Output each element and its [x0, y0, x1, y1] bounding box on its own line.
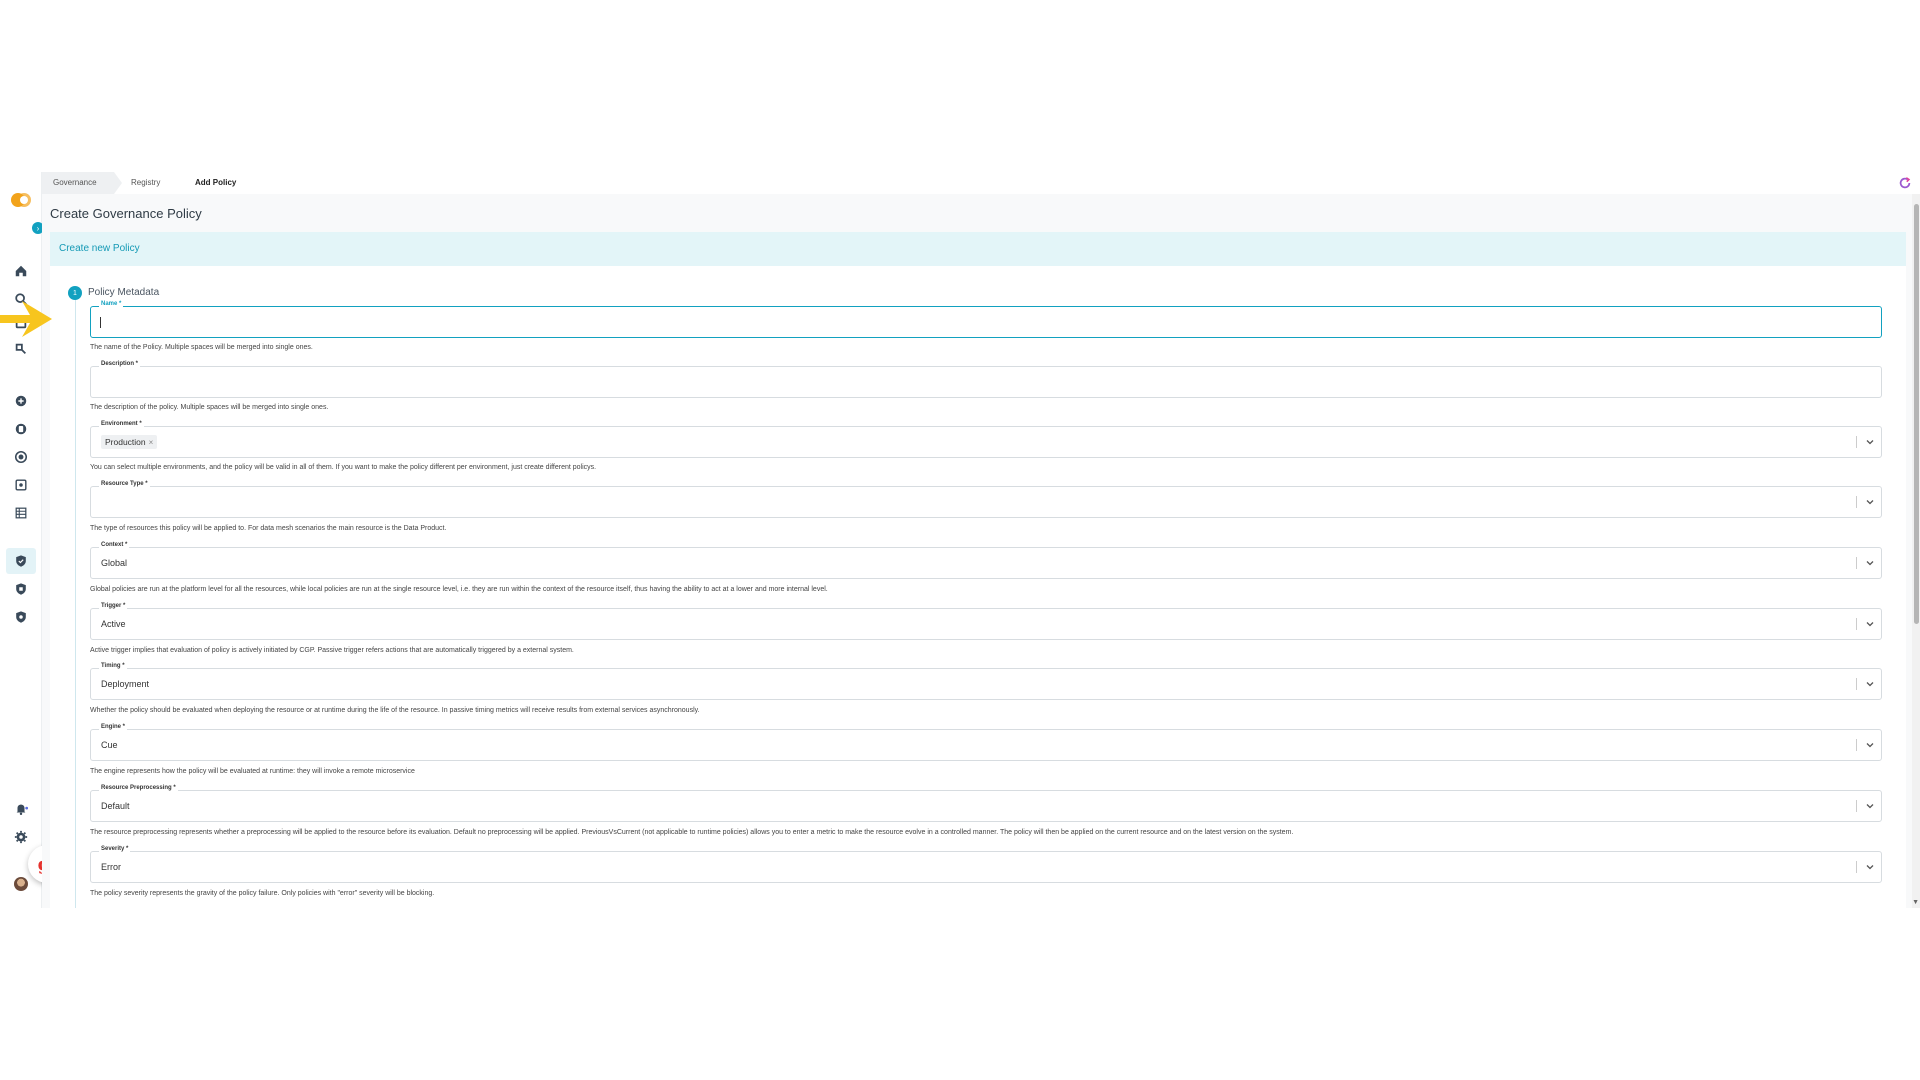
- chevron-down-icon[interactable]: [1865, 740, 1875, 750]
- chevron-down-icon[interactable]: [1865, 497, 1875, 507]
- timing-label: Timing *: [99, 663, 127, 669]
- breadcrumb-add-policy: Add Policy: [195, 178, 237, 187]
- select-separator: [1856, 861, 1857, 873]
- timing-helper: Whether the policy should be evaluated w…: [90, 707, 700, 714]
- breadcrumb: Governance Registry Add Policy: [42, 172, 1920, 194]
- breadcrumb-governance[interactable]: Governance: [42, 172, 122, 194]
- select-separator: [1856, 496, 1857, 508]
- form-card: Create new Policy 1 Policy Metadata Name…: [50, 232, 1906, 908]
- select-separator: [1856, 557, 1857, 569]
- chevron-down-icon[interactable]: [1865, 679, 1875, 689]
- shield-icon[interactable]: [12, 552, 30, 570]
- page-title: Create Governance Policy: [50, 206, 202, 221]
- gear-icon[interactable]: [12, 828, 30, 846]
- shield-3-icon[interactable]: [12, 608, 30, 626]
- description-helper: The description of the policy. Multiple …: [90, 404, 329, 411]
- description-input[interactable]: Description *: [90, 361, 1882, 398]
- chevron-down-icon[interactable]: [1865, 862, 1875, 872]
- resource-type-label: Resource Type *: [99, 481, 150, 487]
- page-scrollbar[interactable]: ▼: [1912, 194, 1920, 908]
- trigger-value: Active: [101, 619, 126, 629]
- name-label: Name *: [99, 301, 124, 307]
- sidebar: ›: [0, 172, 44, 908]
- severity-select[interactable]: Severity * Error: [90, 846, 1882, 883]
- chevron-down-icon[interactable]: [1865, 801, 1875, 811]
- step-number: 1: [68, 286, 82, 300]
- resource-type-helper: The type of resources this policy will b…: [90, 525, 447, 532]
- bell-icon[interactable]: [12, 800, 30, 818]
- select-separator: [1856, 739, 1857, 751]
- preprocessing-label: Resource Preprocessing *: [99, 785, 178, 791]
- environment-select[interactable]: Environment * Production ×: [90, 421, 1882, 458]
- resource-type-select[interactable]: Resource Type *: [90, 481, 1882, 518]
- name-helper: The name of the Policy. Multiple spaces …: [90, 344, 313, 351]
- preprocessing-value: Default: [101, 801, 130, 811]
- timing-select[interactable]: Timing * Deployment: [90, 663, 1882, 700]
- scroll-thumb[interactable]: [1914, 204, 1919, 624]
- target-icon[interactable]: [12, 448, 30, 466]
- context-label: Context *: [99, 542, 130, 548]
- select-separator: [1856, 800, 1857, 812]
- trigger-select[interactable]: Trigger * Active: [90, 603, 1882, 640]
- step-label: Policy Metadata: [88, 287, 160, 298]
- pointer-arrow-icon: [0, 301, 52, 337]
- user-avatar[interactable]: [14, 877, 28, 891]
- engine-select[interactable]: Engine * Cue: [90, 724, 1882, 761]
- severity-helper: The policy severity represents the gravi…: [90, 890, 435, 897]
- engine-helper: The engine represents how the policy wil…: [90, 768, 415, 775]
- preprocessing-helper: The resource preprocessing represents wh…: [90, 829, 1294, 836]
- context-helper: Global policies are run at the platform …: [90, 586, 828, 593]
- severity-label: Severity *: [99, 846, 131, 852]
- description-label: Description *: [99, 361, 141, 367]
- text-caret: [100, 317, 101, 328]
- main-content: Create Governance Policy Create new Poli…: [42, 194, 1920, 908]
- home-icon[interactable]: [12, 262, 30, 280]
- environment-chip: Production ×: [101, 435, 158, 449]
- add-circle-icon[interactable]: [12, 392, 30, 410]
- stepper-line: [75, 298, 76, 908]
- environment-label: Environment *: [99, 421, 144, 427]
- chevron-down-icon[interactable]: [1865, 558, 1875, 568]
- chevron-down-icon[interactable]: [1865, 619, 1875, 629]
- card-header: Create new Policy: [50, 232, 1906, 266]
- settings-box-icon[interactable]: [12, 476, 30, 494]
- refresh-icon[interactable]: [1898, 176, 1912, 190]
- shield-2-icon[interactable]: [12, 580, 30, 598]
- trigger-label: Trigger *: [99, 603, 128, 609]
- chip-remove-icon[interactable]: ×: [149, 438, 154, 447]
- breadcrumb-registry[interactable]: Registry: [131, 172, 160, 194]
- context-value: Global: [101, 558, 128, 568]
- preprocessing-select[interactable]: Resource Preprocessing * Default: [90, 785, 1882, 822]
- environment-helper: You can select multiple environments, an…: [90, 464, 597, 471]
- name-input[interactable]: Name *: [90, 301, 1882, 338]
- app-logo[interactable]: [10, 192, 32, 208]
- chip-label: Production: [105, 437, 146, 447]
- context-select[interactable]: Context * Global: [90, 542, 1882, 579]
- app-window: › Governance Registry Add Policy Create …: [0, 172, 1920, 908]
- engine-label: Engine *: [99, 724, 128, 730]
- severity-value: Error: [101, 862, 121, 872]
- table-icon[interactable]: [12, 504, 30, 522]
- engine-value: Cue: [101, 740, 118, 750]
- select-separator: [1856, 618, 1857, 630]
- chevron-down-icon[interactable]: [1865, 437, 1875, 447]
- trigger-helper: Active trigger implies that evaluation o…: [90, 647, 574, 654]
- scroll-down-arrow-icon[interactable]: ▼: [1912, 899, 1919, 906]
- select-separator: [1856, 436, 1857, 448]
- timing-value: Deployment: [101, 679, 150, 689]
- select-separator: [1856, 678, 1857, 690]
- database-icon[interactable]: [12, 420, 30, 438]
- card-header-title: Create new Policy: [59, 243, 140, 254]
